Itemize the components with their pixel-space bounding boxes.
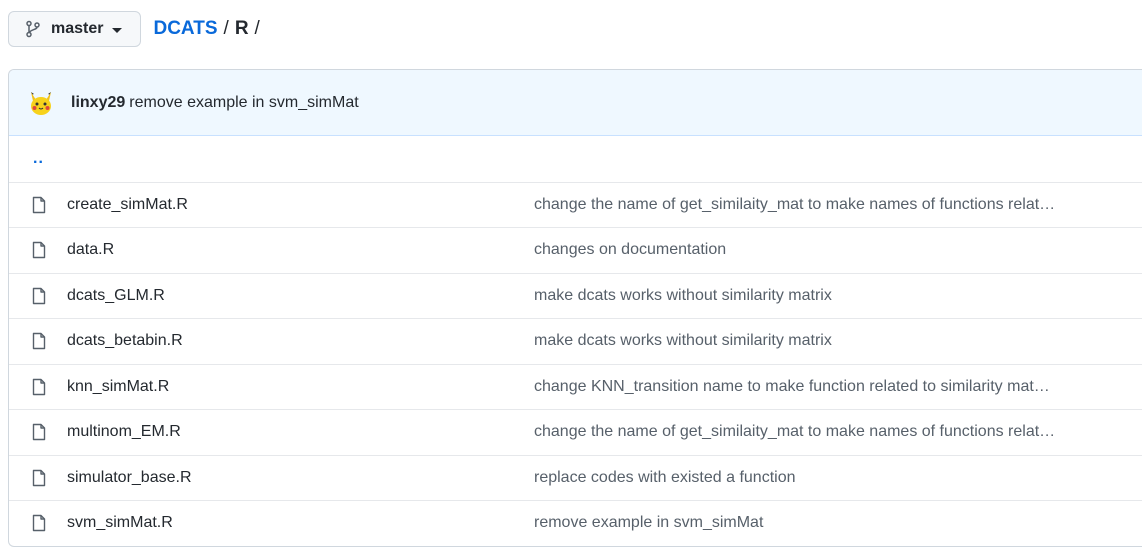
- file-commit-message-link[interactable]: change the name of get_similaity_mat to …: [534, 196, 1055, 214]
- file-row[interactable]: multinom_EM.R change the name of get_simi…: [9, 409, 1142, 455]
- breadcrumb-separator: /: [254, 18, 260, 39]
- branch-label: master: [51, 20, 104, 37]
- file-icon: [31, 287, 47, 305]
- file-name-link[interactable]: svm_simMat.R: [67, 514, 534, 532]
- breadcrumb-repo-link[interactable]: DCATS: [153, 18, 217, 40]
- file-commit-message-link[interactable]: change the name of get_similaity_mat to …: [534, 423, 1055, 441]
- breadcrumb-separator: /: [223, 18, 229, 39]
- file-icon: [31, 196, 47, 214]
- breadcrumb: DCATS / R /: [153, 18, 265, 40]
- latest-commit-text: linxy29 remove example in svm_simMat: [71, 94, 359, 112]
- file-icon: [31, 241, 47, 259]
- breadcrumb-current-dir: R: [234, 18, 249, 39]
- file-name-link[interactable]: simulator_base.R: [67, 469, 534, 487]
- file-icon: [31, 514, 47, 532]
- file-row[interactable]: dcats_betabin.R make dcats works without …: [9, 318, 1142, 364]
- file-name-link[interactable]: knn_simMat.R: [67, 378, 534, 396]
- file-commit-message-link[interactable]: make dcats works without similarity matr…: [534, 332, 832, 350]
- latest-commit-bar: linxy29 remove example in svm_simMat: [9, 70, 1142, 136]
- branch-select-button[interactable]: master: [8, 11, 142, 47]
- file-icon: [31, 378, 47, 396]
- file-commit-message-link[interactable]: replace codes with existed a function: [534, 469, 795, 487]
- git-branch-icon: [25, 20, 41, 38]
- file-icon: [31, 469, 47, 487]
- file-commit-message-link[interactable]: make dcats works without similarity matr…: [534, 287, 832, 305]
- file-name-link[interactable]: multinom_EM.R: [67, 423, 534, 441]
- chevron-down-icon: [112, 27, 123, 33]
- avatar[interactable]: [27, 89, 55, 117]
- repo-header: master DCATS / R /: [8, 10, 266, 48]
- file-list: linxy29 remove example in svm_simMat .. c…: [8, 69, 1142, 547]
- parent-dir-row[interactable]: ..: [9, 136, 1142, 182]
- file-row[interactable]: create_simMat.R change the name of get_si…: [9, 181, 1142, 228]
- file-commit-message-link[interactable]: remove example in svm_simMat: [534, 514, 763, 532]
- parent-dir-link[interactable]: ..: [33, 150, 44, 168]
- file-name-link[interactable]: create_simMat.R: [67, 196, 534, 214]
- file-commit-message-link[interactable]: changes on documentation: [534, 241, 726, 259]
- file-commit-message-link[interactable]: change KNN_transition name to make funct…: [534, 378, 1050, 396]
- commit-message-link[interactable]: remove example in svm_simMat: [129, 94, 358, 111]
- file-row[interactable]: dcats_GLM.R make dcats works without simi…: [9, 272, 1142, 319]
- file-name-link[interactable]: dcats_betabin.R: [67, 332, 534, 350]
- file-row[interactable]: knn_simMat.R change KNN_transition name t…: [9, 363, 1142, 410]
- file-name-link[interactable]: data.R: [67, 241, 534, 259]
- file-row[interactable]: data.R changes on documentation: [9, 227, 1142, 273]
- file-name-link[interactable]: dcats_GLM.R: [67, 287, 534, 305]
- file-icon: [31, 332, 47, 350]
- file-row[interactable]: simulator_base.R replace codes with exist…: [9, 454, 1142, 501]
- commit-author-link[interactable]: linxy29: [71, 94, 125, 111]
- file-row[interactable]: svm_simMat.R remove example in svm_simMat: [9, 500, 1142, 546]
- file-icon: [31, 423, 47, 441]
